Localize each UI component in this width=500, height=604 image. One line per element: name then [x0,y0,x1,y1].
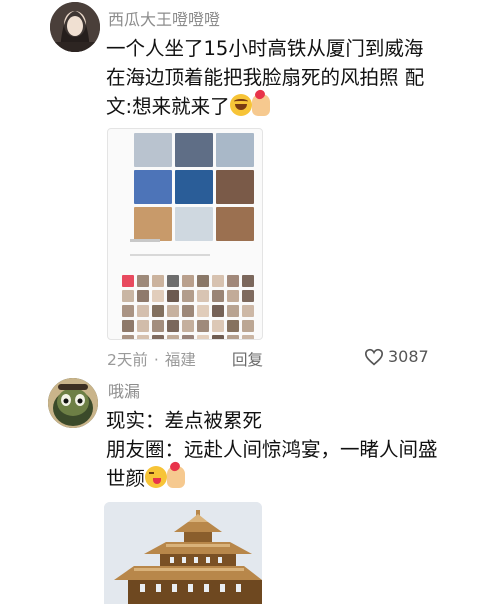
like-avatars [122,275,254,339]
comment-line: 一个人坐了15小时高铁从厦门到威海 [106,37,424,60]
fingers-heart-icon [251,94,270,116]
comment-item: 西瓜大王噔噔噔 一个人坐了15小时高铁从厦门到威海 在海边顶着能把我脸扇死的风拍… [0,0,500,372]
comment-line: 朋友圈：远赴人间惊鸿宴，一睹人间盛 [106,438,438,461]
like-button[interactable]: 3087 [364,347,429,366]
attached-image[interactable] [107,128,263,340]
comment-line: 现实：差点被累死 [106,409,263,432]
fingers-heart-icon [167,466,186,488]
comment-location: 福建 [164,351,196,369]
heart-icon [364,348,384,365]
rofl-face-icon [229,94,252,116]
photo-grid [134,133,254,241]
image-meta [130,254,210,256]
wink-tongue-face-icon [145,466,168,488]
comment-line: 世颜 [106,464,478,493]
separator-dot: · [153,351,159,369]
image-caption [130,239,160,242]
username[interactable]: 西瓜大王噔噔噔 [108,6,220,30]
reply-button[interactable]: 回复 [232,348,263,370]
comment-meta: 2天前 · 福建 [107,348,202,370]
username[interactable]: 哦漏 [108,378,140,402]
avatar[interactable] [48,378,98,428]
comment-line-text: 文:想来就来了 [106,95,230,118]
comment-line: 在海边顶着能把我脸扇死的风拍照 配 [106,66,425,89]
comment-line: 文:想来就来了 [106,92,478,121]
attached-photo[interactable] [104,502,262,604]
comment-text: 一个人坐了15小时高铁从厦门到威海 在海边顶着能把我脸扇死的风拍照 配 文:想来… [106,34,478,121]
comment-time: 2天前 [107,351,148,369]
comment-line-text: 世颜 [106,467,146,490]
like-count: 3087 [388,347,429,366]
comment-item: 哦漏 现实：差点被累死 朋友圈：远赴人间惊鸿宴，一睹人间盛 世颜 [0,372,500,604]
avatar[interactable] [50,2,100,52]
comment-text: 现实：差点被累死 朋友圈：远赴人间惊鸿宴，一睹人间盛 世颜 [106,406,478,493]
